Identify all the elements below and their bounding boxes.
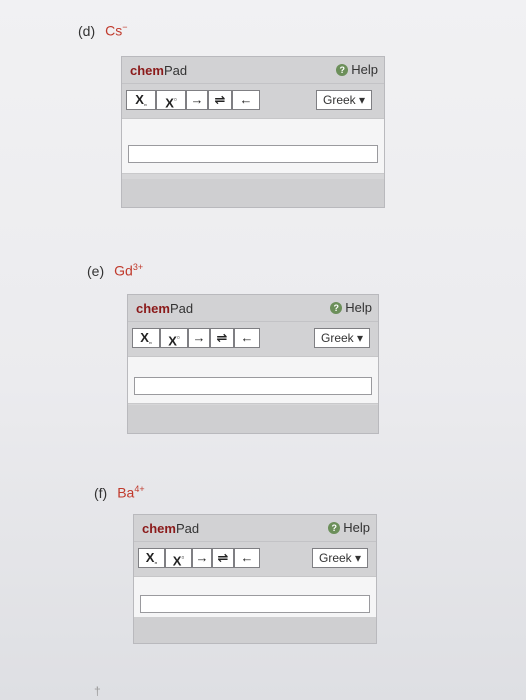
- question-f: (f) Ba4+: [94, 484, 145, 501]
- subscript-button[interactable]: X▫: [132, 328, 160, 348]
- question-d: (d) Cs−: [78, 22, 128, 39]
- help-button[interactable]: ? Help: [330, 300, 372, 315]
- help-icon: ?: [328, 521, 341, 534]
- chempad-footer: [134, 617, 376, 643]
- chempad-answer-area: [122, 119, 384, 174]
- help-icon: ?: [336, 63, 349, 76]
- help-button[interactable]: ? Help: [328, 520, 370, 535]
- superscript-button[interactable]: X▫: [156, 90, 186, 110]
- arrow-right-button[interactable]: →: [186, 90, 208, 110]
- chempad-answer-area: [128, 357, 378, 404]
- superscript-button[interactable]: X▫: [165, 548, 192, 568]
- species-symbol: Ba: [117, 484, 135, 501]
- cursor-icon: †: [94, 684, 101, 698]
- question-letter: (f): [94, 484, 108, 501]
- chempad-toolbar: X▫ X▫ → ⇌ ← Greek ▾: [134, 542, 376, 577]
- question-letter: (e): [87, 262, 105, 279]
- chempad-title: chemPad: [136, 301, 194, 316]
- chempad-footer: [128, 405, 378, 433]
- equilibrium-arrow-button[interactable]: ⇌: [210, 328, 234, 348]
- subscript-button[interactable]: X▫: [126, 90, 156, 110]
- worksheet-page: (d) Cs− chemPad ? Help X▫ X▫ → ⇌ ← Greek ▾…: [0, 0, 526, 700]
- equilibrium-arrow-button[interactable]: ⇌: [212, 548, 234, 568]
- answer-input[interactable]: [140, 595, 370, 613]
- species-charge: 3+: [132, 262, 144, 272]
- chempad-header: chemPad ? Help: [134, 515, 376, 542]
- arrow-right-button[interactable]: →: [188, 328, 210, 348]
- chempad-f: chemPad ? Help X▫ X▫ → ⇌ ← Greek ▾: [133, 514, 377, 644]
- subscript-button[interactable]: X▫: [138, 548, 165, 568]
- chempad-answer-area: [134, 577, 376, 618]
- help-icon: ?: [330, 301, 343, 314]
- arrow-left-button[interactable]: ←: [234, 548, 260, 568]
- chempad-e: chemPad ? Help X▫ X▫ → ⇌ ← Greek ▾: [127, 294, 379, 434]
- chempad-title: chemPad: [142, 521, 200, 536]
- help-button[interactable]: ? Help: [336, 62, 378, 77]
- greek-dropdown[interactable]: Greek ▾: [314, 328, 371, 348]
- greek-dropdown[interactable]: Greek ▾: [312, 548, 369, 568]
- chempad-toolbar: X▫ X▫ → ⇌ ← Greek ▾: [122, 84, 384, 119]
- chempad-title: chemPad: [130, 63, 188, 78]
- superscript-button[interactable]: X▫: [160, 328, 188, 348]
- chempad-d: chemPad ? Help X▫ X▫ → ⇌ ← Greek ▾: [121, 56, 385, 208]
- chempad-footer: [122, 179, 384, 207]
- species-charge: −: [122, 22, 128, 32]
- question-letter: (d): [78, 22, 96, 39]
- chempad-header: chemPad ? Help: [128, 295, 378, 322]
- question-e: (e) Gd3+: [87, 262, 143, 279]
- species-symbol: Gd: [114, 262, 133, 279]
- arrow-left-button[interactable]: ←: [234, 328, 260, 348]
- greek-dropdown[interactable]: Greek ▾: [316, 90, 373, 110]
- species-charge: 4+: [134, 484, 145, 494]
- answer-input[interactable]: [128, 145, 378, 163]
- arrow-left-button[interactable]: ←: [232, 90, 260, 110]
- equilibrium-arrow-button[interactable]: ⇌: [208, 90, 232, 110]
- chempad-toolbar: X▫ X▫ → ⇌ ← Greek ▾: [128, 322, 378, 357]
- chempad-header: chemPad ? Help: [122, 57, 384, 84]
- arrow-right-button[interactable]: →: [192, 548, 212, 568]
- species-symbol: Cs: [105, 22, 123, 39]
- answer-input[interactable]: [134, 377, 372, 395]
